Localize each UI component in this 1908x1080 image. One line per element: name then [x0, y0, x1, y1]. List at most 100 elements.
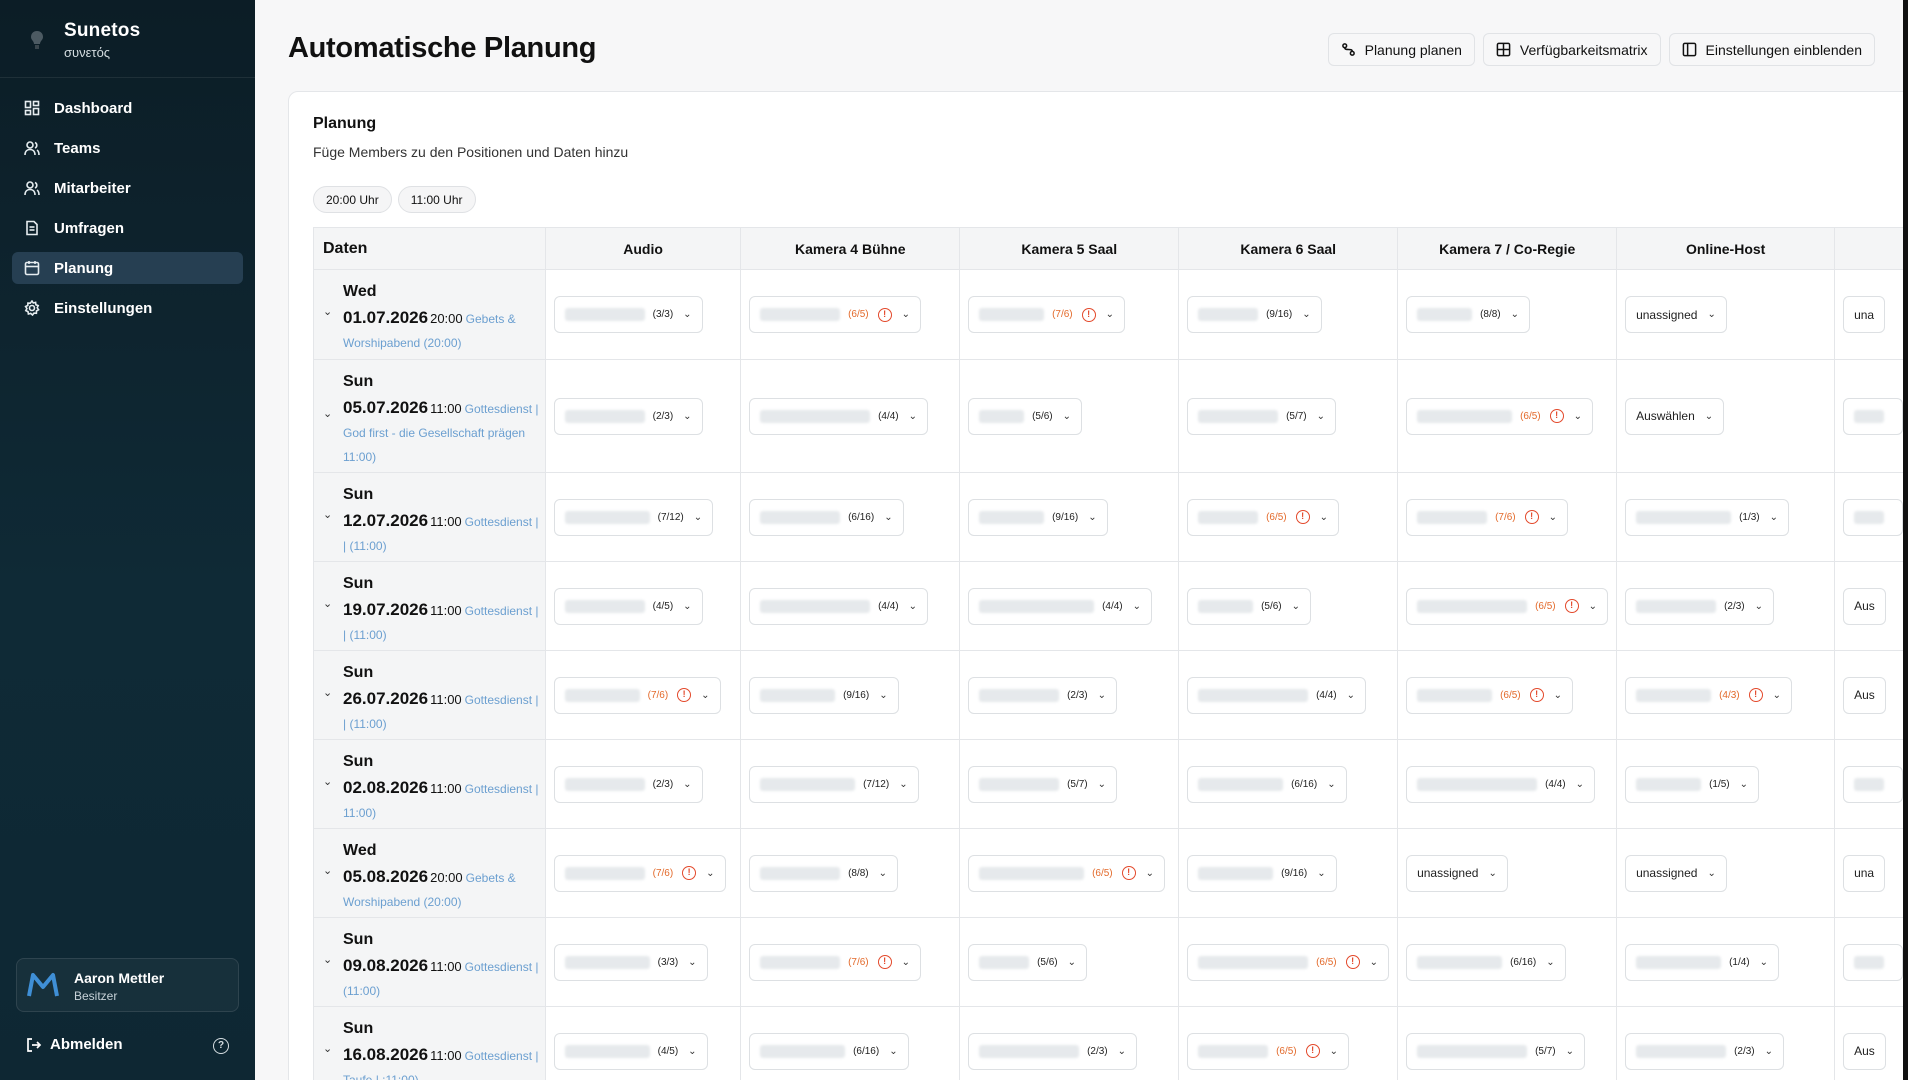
chevron-down-icon[interactable]: ⌄ — [323, 508, 332, 521]
member-select[interactable]: (7/6)! ⌄ — [1406, 498, 1569, 536]
blurred-name — [1198, 866, 1274, 880]
availability-matrix-button[interactable]: Verfügbarkeitsmatrix — [1482, 33, 1661, 66]
chevron-down-icon[interactable]: ⌄ — [323, 864, 332, 877]
member-select[interactable]: (6/5)! ⌄ — [968, 854, 1166, 892]
member-select[interactable]: (9/16) ⌄ — [1187, 854, 1337, 892]
member-select[interactable]: (4/4) ⌄ — [749, 397, 929, 435]
sidebar-item-einstellungen[interactable]: Einstellungen — [12, 292, 243, 324]
member-select[interactable]: (6/16) ⌄ — [1187, 765, 1347, 803]
user-name: Aaron Mettler — [74, 970, 165, 986]
blurred-name — [1198, 599, 1254, 613]
member-select[interactable]: unassigned ⌄ — [1625, 854, 1727, 892]
chevron-down-icon[interactable]: ⌄ — [323, 597, 332, 610]
member-select[interactable]: (4/3)! ⌄ — [1625, 676, 1793, 714]
member-select[interactable]: (4/4) ⌄ — [1406, 765, 1596, 803]
member-select[interactable]: (5/7) ⌄ — [968, 765, 1118, 803]
member-select[interactable]: unassigned ⌄ — [1406, 854, 1508, 892]
member-select[interactable]: (6/5)! ⌄ — [1406, 587, 1609, 625]
member-select[interactable] — [1843, 397, 1904, 435]
member-select[interactable]: (9/16) ⌄ — [1187, 296, 1322, 333]
assignment-cell: (4/4) ⌄ — [1179, 651, 1399, 739]
sidebar-item-dashboard[interactable]: Dashboard — [12, 92, 243, 124]
member-select[interactable]: unassigned ⌄ — [1625, 296, 1727, 333]
member-select[interactable]: (2/3) ⌄ — [968, 676, 1118, 714]
blurred-name — [564, 866, 645, 880]
member-select[interactable]: (5/6) ⌄ — [968, 943, 1088, 981]
member-select[interactable]: (7/6)! ⌄ — [749, 943, 922, 981]
member-select[interactable] — [1843, 498, 1904, 536]
sidebar-item-teams[interactable]: Teams — [12, 132, 243, 164]
member-select[interactable]: (4/4) ⌄ — [968, 587, 1153, 625]
member-select[interactable]: (2/3) ⌄ — [1625, 1032, 1785, 1070]
member-select[interactable]: (6/16) ⌄ — [1406, 943, 1566, 981]
member-select[interactable]: (7/12) ⌄ — [749, 765, 919, 803]
member-select[interactable]: (1/4) ⌄ — [1625, 943, 1780, 981]
member-select[interactable]: (7/6)! ⌄ — [553, 676, 721, 714]
member-select[interactable] — [1843, 943, 1904, 981]
show-settings-button[interactable]: Einstellungen einblenden — [1668, 33, 1875, 66]
blurred-name — [1198, 1044, 1269, 1058]
event-time: 11:00 — [430, 514, 462, 529]
member-select[interactable]: (4/5) ⌄ — [553, 1032, 708, 1070]
chevron-down-icon[interactable]: ⌄ — [323, 1042, 332, 1055]
brand[interactable]: Sunetos συνετός — [24, 18, 234, 74]
member-select[interactable]: (6/16) ⌄ — [749, 498, 904, 536]
sidebar-item-planung[interactable]: Planung — [12, 252, 243, 284]
member-select[interactable]: (6/16) ⌄ — [749, 1032, 909, 1070]
chevron-down-icon: ⌄ — [908, 410, 918, 422]
time-chip[interactable]: 20:00 Uhr — [313, 186, 392, 213]
member-select[interactable]: (1/5) ⌄ — [1625, 765, 1760, 803]
member-select[interactable]: (7/6)! ⌄ — [553, 854, 726, 892]
member-select[interactable]: (6/5)! ⌄ — [1406, 397, 1594, 435]
member-select[interactable]: (1/3) ⌄ — [1625, 498, 1790, 536]
member-select[interactable]: Auswählen ⌄ — [1625, 397, 1725, 435]
plan-schedule-button[interactable]: Planung planen — [1327, 33, 1475, 66]
member-select[interactable] — [1843, 765, 1904, 803]
member-select[interactable]: una — [1843, 854, 1886, 892]
member-select[interactable]: Aus — [1843, 587, 1886, 625]
member-select[interactable]: (6/5)! ⌄ — [749, 296, 922, 333]
member-select[interactable]: (2/3) ⌄ — [553, 397, 703, 435]
sidebar-item-label: Einstellungen — [54, 299, 153, 317]
member-select[interactable]: (4/4) ⌄ — [749, 587, 929, 625]
member-select[interactable]: (5/7) ⌄ — [1187, 397, 1337, 435]
member-select[interactable]: (5/6) ⌄ — [1187, 587, 1312, 625]
scrollbar[interactable] — [1903, 0, 1908, 1080]
member-select[interactable]: (9/16) ⌄ — [749, 676, 899, 714]
member-select[interactable]: (4/5) ⌄ — [553, 587, 703, 625]
member-select[interactable]: (6/5)! ⌄ — [1187, 1032, 1350, 1070]
alert-icon: ! — [1345, 955, 1360, 969]
member-select[interactable]: (8/8) ⌄ — [1406, 296, 1531, 333]
blurred-name — [760, 510, 841, 524]
member-select[interactable]: (6/5)! ⌄ — [1406, 676, 1574, 714]
member-select[interactable]: (4/4) ⌄ — [1187, 676, 1367, 714]
member-select[interactable]: (2/3) ⌄ — [1625, 587, 1775, 625]
member-select[interactable]: una — [1843, 296, 1886, 333]
sidebar-item-umfragen[interactable]: Umfragen — [12, 212, 243, 244]
member-select[interactable]: (7/12) ⌄ — [553, 498, 714, 536]
chevron-down-icon[interactable]: ⌄ — [323, 775, 332, 788]
member-select[interactable]: (2/3) ⌄ — [553, 765, 703, 803]
sidebar-item-mitarbeiter[interactable]: Mitarbeiter — [12, 172, 243, 204]
member-select[interactable]: (3/3) ⌄ — [553, 296, 703, 333]
member-select[interactable]: (9/16) ⌄ — [968, 498, 1108, 536]
chevron-down-icon[interactable]: ⌄ — [323, 686, 332, 699]
sidebar-item-label: Mitarbeiter — [54, 179, 131, 197]
member-select[interactable]: (8/8) ⌄ — [749, 854, 899, 892]
member-select[interactable]: (7/6)! ⌄ — [968, 296, 1126, 333]
user-card[interactable]: Aaron Mettler Besitzer — [16, 958, 239, 1012]
logout-button[interactable]: Abmelden — [26, 1036, 123, 1053]
help-icon[interactable]: ? — [213, 1038, 229, 1054]
chevron-down-icon[interactable]: ⌄ — [323, 407, 332, 420]
time-chip[interactable]: 11:00 Uhr — [397, 186, 476, 213]
member-select[interactable]: (3/3) ⌄ — [553, 943, 708, 981]
member-select[interactable]: (5/7) ⌄ — [1406, 1032, 1586, 1070]
member-select[interactable]: (6/5)! ⌄ — [1187, 498, 1340, 536]
member-select[interactable]: (2/3) ⌄ — [968, 1032, 1138, 1070]
member-select[interactable]: Aus — [1843, 676, 1886, 714]
member-select[interactable]: (5/6) ⌄ — [968, 397, 1083, 435]
member-select[interactable]: (6/5)! ⌄ — [1187, 943, 1390, 981]
member-select[interactable]: Aus — [1843, 1032, 1886, 1070]
chevron-down-icon[interactable]: ⌄ — [323, 305, 332, 318]
chevron-down-icon[interactable]: ⌄ — [323, 953, 332, 966]
